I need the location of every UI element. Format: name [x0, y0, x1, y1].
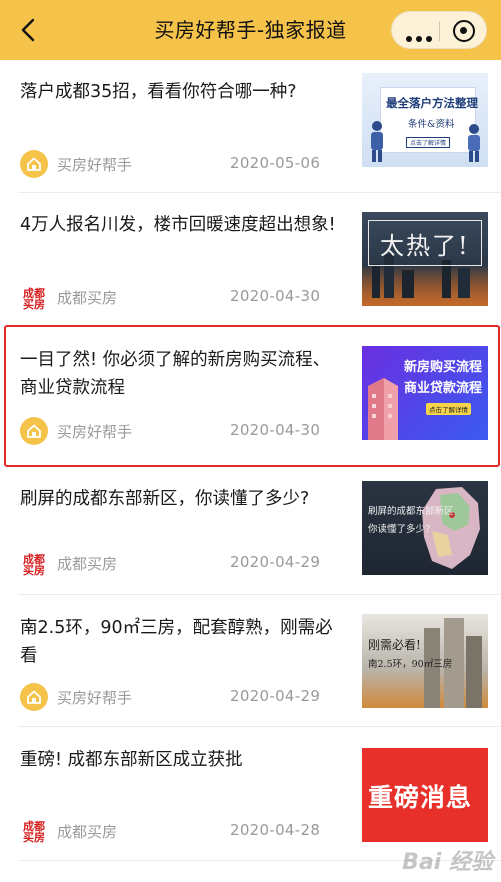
watermark: Bai 经验	[402, 850, 493, 875]
house-icon	[20, 150, 48, 178]
capsule-divider	[439, 21, 440, 41]
thumb-line2: 南2.5环，90㎡三房	[368, 659, 453, 670]
article-thumbnail[interactable]: 最全落户方法整理 条件&资料 点击了解详情	[362, 73, 488, 167]
person-illustration	[468, 124, 480, 162]
divider	[18, 726, 501, 727]
article-date: 2020-05-06	[230, 154, 321, 172]
article-item[interactable]: 重磅! 成都东部新区成立获批 成都 买房 成都买房 2020-04-28 重磅消…	[0, 728, 501, 862]
nav-bar: 买房好帮手-独家报道	[0, 0, 501, 60]
chengdu-maifang-logo: 成都 买房	[23, 553, 45, 577]
article-date: 2020-04-29	[230, 687, 321, 705]
article-source: 成都买房	[57, 555, 118, 573]
divider	[18, 594, 501, 595]
chengdu-maifang-logo: 成都 买房	[23, 820, 45, 844]
article-date: 2020-04-30	[230, 287, 321, 305]
thumb-line1: 重磅消息	[368, 783, 473, 812]
article-source: 成都买房	[57, 823, 118, 841]
thumb-line1: 刚需必看!	[368, 638, 421, 652]
article-title[interactable]: 南2.5环，90㎡三房，配套醇熟，刚需必看	[20, 614, 338, 670]
article-thumbnail[interactable]: 刚需必看! 南2.5环，90㎡三房	[362, 614, 488, 708]
article-source: 买房好帮手	[57, 156, 133, 174]
chengdu-maifang-logo: 成都 买房	[23, 287, 45, 311]
article-thumbnail[interactable]: 重磅消息	[362, 748, 488, 842]
article-title[interactable]: 4万人报名川发，楼市回暖速度超出想象!	[20, 211, 338, 239]
thumb-line3: 点击了解详情	[406, 137, 451, 148]
thumb-line1: 最全落户方法整理	[386, 96, 478, 110]
article-date: 2020-04-29	[230, 553, 321, 571]
article-item[interactable]: 落户成都35招，看看你符合哪一种? 买房好帮手 2020-05-06 最全落户方…	[0, 60, 501, 194]
miniprogram-capsule	[391, 11, 487, 49]
thumb-line2: 条件&资料	[408, 119, 455, 130]
article-source: 买房好帮手	[57, 689, 133, 707]
article-item[interactable]: 南2.5环，90㎡三房，配套醇熟，刚需必看 买房好帮手 2020-04-29 刚…	[0, 596, 501, 730]
selection-highlight-box	[4, 325, 500, 467]
article-item[interactable]: 刷屏的成都东部新区，你读懂了多少? 成都 买房 成都买房 2020-04-29 …	[0, 467, 501, 601]
house-icon	[20, 683, 48, 711]
article-thumbnail[interactable]: 太热了!	[362, 212, 488, 306]
person-illustration	[371, 121, 383, 162]
article-item[interactable]: 4万人报名川发，楼市回暖速度超出想象! 成都 买房 成都买房 2020-04-3…	[0, 193, 501, 327]
article-date: 2020-04-28	[230, 821, 321, 839]
more-icon[interactable]	[406, 27, 436, 42]
thumb-line1: 刷屏的成都东部新区	[368, 506, 454, 517]
article-title[interactable]: 重磅! 成都东部新区成立获批	[20, 746, 338, 774]
thumb-line1: 太热了!	[380, 232, 470, 260]
article-thumbnail[interactable]: 刷屏的成都东部新区 你读懂了多少?	[362, 481, 488, 575]
close-target-icon[interactable]	[453, 20, 475, 42]
thumb-line2: 你读懂了多少?	[368, 524, 431, 535]
article-title[interactable]: 刷屏的成都东部新区，你读懂了多少?	[20, 485, 338, 513]
article-source: 成都买房	[57, 289, 118, 307]
article-title[interactable]: 落户成都35招，看看你符合哪一种?	[20, 78, 338, 106]
